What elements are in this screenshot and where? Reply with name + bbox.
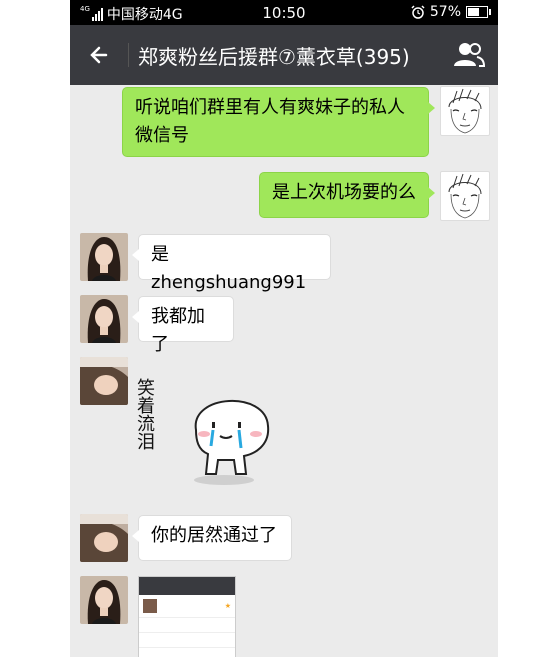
phone-screen: 4G 中国移动4G 10:50 57% 郑爽粉丝后援群⑦薰衣草(395) 听说咱…	[70, 0, 498, 657]
photo-avatar[interactable]	[80, 576, 128, 624]
status-right: 57%	[411, 4, 491, 20]
image-message-row	[139, 633, 235, 648]
battery-icon	[466, 6, 491, 18]
back-arrow-icon[interactable]	[84, 39, 116, 71]
group-members-icon[interactable]	[452, 39, 486, 71]
alarm-icon	[411, 5, 425, 19]
battery-percent: 57%	[429, 4, 461, 20]
message-bubble-received[interactable]: 你的居然通过了	[132, 515, 292, 561]
photo-avatar[interactable]	[80, 295, 128, 343]
image-message-row: ★	[139, 595, 235, 618]
message-bubble-sent[interactable]: 是上次机场要的么	[259, 172, 435, 218]
message-bubble-received[interactable]: 是zhengshuang991	[132, 234, 331, 293]
crying-laugh-sticker[interactable]: 笑着流泪	[132, 374, 282, 486]
image-message-row	[139, 618, 235, 633]
message-bubble-received[interactable]: 我都加了	[132, 296, 234, 355]
photo-avatar-2[interactable]	[80, 357, 128, 405]
message-bubble-sent[interactable]: 听说咱们群里有人有爽妹子的私人微信号	[122, 87, 435, 157]
header-divider	[128, 43, 129, 67]
image-message[interactable]: ★	[138, 576, 236, 657]
chat-header: 郑爽粉丝后援群⑦薰衣草(395)	[70, 25, 498, 85]
image-message-header	[139, 577, 235, 595]
photo-avatar[interactable]	[80, 233, 128, 281]
sticker-character	[194, 399, 270, 485]
chat-title: 郑爽粉丝后援群⑦薰衣草(395)	[138, 45, 410, 69]
sketch-avatar[interactable]	[440, 86, 490, 136]
sticker-caption: 笑着流泪	[134, 378, 155, 450]
photo-avatar-2[interactable]	[80, 514, 128, 562]
status-bar: 4G 中国移动4G 10:50 57%	[70, 0, 498, 25]
sketch-avatar[interactable]	[440, 171, 490, 221]
